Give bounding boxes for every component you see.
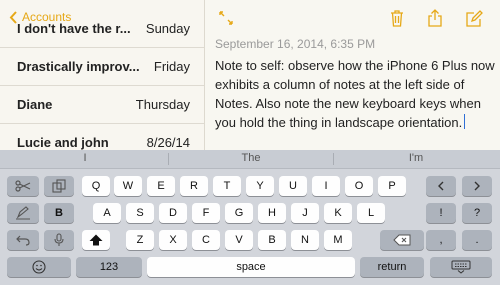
- emoji-icon: [32, 260, 46, 274]
- letter-key[interactable]: N: [291, 230, 319, 250]
- numbers-key[interactable]: 123: [76, 257, 142, 277]
- undo-key[interactable]: [7, 230, 39, 250]
- note-date: Friday: [153, 59, 190, 74]
- comma-key[interactable]: ,: [426, 230, 456, 250]
- compose-icon[interactable]: [465, 8, 483, 28]
- question-key[interactable]: ?: [462, 203, 492, 223]
- letter-key[interactable]: Q: [82, 176, 110, 196]
- cursor-right-key[interactable]: [462, 176, 492, 196]
- keyboard-dismiss-icon: [451, 260, 471, 274]
- cut-key[interactable]: [7, 176, 39, 196]
- note-list-item[interactable]: Lucie and john 8/26/14: [0, 124, 204, 150]
- note-date: Sunday: [145, 21, 190, 36]
- letter-key[interactable]: H: [258, 203, 286, 223]
- letter-key[interactable]: T: [213, 176, 241, 196]
- letter-key[interactable]: E: [147, 176, 175, 196]
- note-title: Drastically improv...: [17, 59, 140, 74]
- letter-key[interactable]: G: [225, 203, 253, 223]
- cursor-left-key[interactable]: [426, 176, 456, 196]
- note-editor: September 16, 2014, 6:35 PM Note to self…: [205, 0, 500, 150]
- note-timestamp: September 16, 2014, 6:35 PM: [215, 37, 376, 51]
- letter-key[interactable]: M: [324, 230, 352, 250]
- chevron-left-icon: [438, 181, 444, 191]
- letter-key[interactable]: B: [258, 230, 286, 250]
- suggestion[interactable]: I: [2, 152, 168, 164]
- expand-arrows-icon[interactable]: [219, 11, 233, 25]
- letter-key[interactable]: Y: [246, 176, 274, 196]
- suggestion[interactable]: The: [168, 152, 334, 164]
- letter-key[interactable]: D: [159, 203, 187, 223]
- letter-key[interactable]: F: [192, 203, 220, 223]
- letter-key[interactable]: I: [312, 176, 340, 196]
- suggestion[interactable]: I'm: [333, 152, 499, 164]
- period-key[interactable]: .: [462, 230, 492, 250]
- bold-key[interactable]: B: [44, 203, 74, 223]
- letter-key[interactable]: W: [114, 176, 142, 196]
- emoji-key[interactable]: [7, 257, 71, 277]
- note-list-item[interactable]: I don't have the r... Sunday: [0, 21, 204, 48]
- letter-key[interactable]: P: [378, 176, 406, 196]
- pen-icon: [16, 206, 30, 220]
- predictive-bar: I The I'm: [0, 150, 500, 169]
- dismiss-keyboard-key[interactable]: [430, 257, 492, 277]
- notes-sidebar: Accounts I don't have the r... Sunday Dr…: [0, 0, 205, 150]
- letter-key[interactable]: O: [345, 176, 373, 196]
- letter-key[interactable]: R: [180, 176, 208, 196]
- letter-key[interactable]: C: [192, 230, 220, 250]
- note-list-item[interactable]: Drastically improv... Friday: [0, 48, 204, 86]
- letter-key[interactable]: Z: [126, 230, 154, 250]
- backspace-icon: [393, 234, 411, 246]
- copy-icon: [52, 179, 66, 193]
- undo-icon: [16, 235, 30, 246]
- letter-key[interactable]: A: [93, 203, 121, 223]
- share-icon[interactable]: [426, 8, 444, 28]
- note-date: 8/26/14: [146, 135, 190, 150]
- note-date: Thursday: [135, 97, 190, 112]
- note-title: Diane: [17, 97, 53, 112]
- return-key[interactable]: return: [360, 257, 424, 277]
- delete-key[interactable]: [380, 230, 424, 250]
- scissors-icon: [15, 180, 31, 192]
- text-cursor: [464, 114, 466, 129]
- microphone-icon: [54, 233, 64, 246]
- copy-key[interactable]: [44, 176, 74, 196]
- note-title: I don't have the r...: [17, 21, 131, 36]
- space-key[interactable]: space: [147, 257, 355, 277]
- note-body-text: Note to self: observe how the iPhone 6 P…: [215, 58, 495, 130]
- letter-key[interactable]: U: [279, 176, 307, 196]
- note-title: Lucie and john: [17, 135, 109, 150]
- letter-key[interactable]: J: [291, 203, 319, 223]
- letter-key[interactable]: V: [225, 230, 253, 250]
- note-body[interactable]: Note to self: observe how the iPhone 6 P…: [215, 56, 497, 132]
- exclamation-key[interactable]: !: [426, 203, 456, 223]
- shift-key[interactable]: [82, 230, 110, 250]
- chevron-right-icon: [474, 181, 480, 191]
- keyboard: I The I'm Q W E R T Y U I O P B A S D F …: [0, 150, 500, 285]
- trash-icon[interactable]: [388, 8, 406, 28]
- paste-key[interactable]: [7, 203, 39, 223]
- letter-key[interactable]: L: [357, 203, 385, 223]
- shift-arrow-icon: [89, 234, 103, 246]
- letter-key[interactable]: K: [324, 203, 352, 223]
- note-list-item[interactable]: Diane Thursday: [0, 86, 204, 124]
- dictation-key[interactable]: [44, 230, 74, 250]
- letter-key[interactable]: X: [159, 230, 187, 250]
- letter-key[interactable]: S: [126, 203, 154, 223]
